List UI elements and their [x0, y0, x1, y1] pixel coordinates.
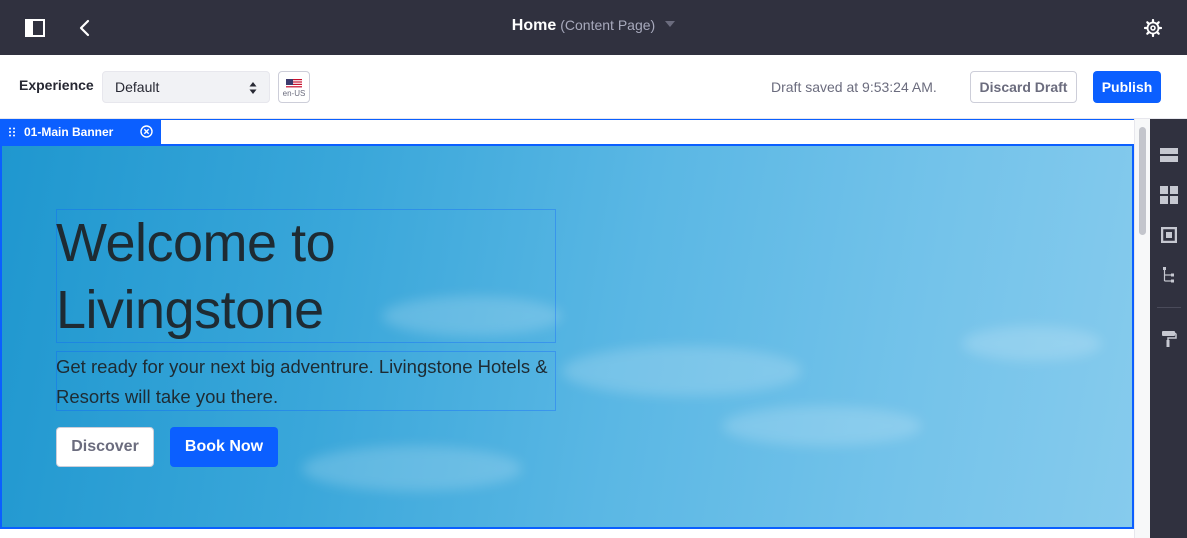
language-selector[interactable]: en-US — [278, 71, 310, 103]
experience-label: Experience — [19, 77, 94, 93]
cloud-decoration — [962, 326, 1102, 361]
fragment-topper[interactable]: 01-Main Banner — [0, 120, 161, 144]
page-type-label: (Content Page) — [560, 17, 656, 33]
experience-select-value: Default — [115, 79, 160, 95]
fragments-icon[interactable] — [1159, 185, 1179, 205]
publish-button[interactable]: Publish — [1093, 71, 1161, 103]
page-title[interactable]: Home (Content Page) — [0, 17, 1187, 35]
fragment-name: 01-Main Banner — [24, 125, 114, 139]
discard-draft-button[interactable]: Discard Draft — [970, 71, 1077, 103]
main-banner[interactable]: Welcome to Livingstone Get ready for you… — [0, 144, 1134, 529]
sidebar-panel — [1150, 119, 1187, 538]
chevron-down-icon[interactable] — [665, 20, 676, 27]
banner-heading[interactable]: Welcome to Livingstone — [56, 210, 556, 344]
page-structure-icon[interactable] — [1159, 265, 1179, 285]
widgets-icon[interactable] — [1159, 225, 1179, 245]
page-title-text: Home — [511, 17, 557, 34]
us-flag-icon — [286, 77, 302, 88]
layouts-icon[interactable] — [1159, 145, 1179, 165]
discover-button[interactable]: Discover — [56, 427, 154, 467]
control-menu: Home (Content Page) — [0, 0, 1187, 55]
cloud-decoration — [722, 406, 922, 446]
canvas-scrollbar[interactable] — [1134, 119, 1150, 538]
cloud-decoration — [562, 346, 802, 396]
look-and-feel-icon[interactable] — [1159, 329, 1179, 349]
settings-gear-icon[interactable] — [1139, 14, 1167, 42]
cloud-decoration — [302, 446, 522, 491]
book-now-button[interactable]: Book Now — [170, 427, 278, 467]
scrollbar-thumb[interactable] — [1139, 127, 1146, 235]
edit-toolbar: Experience Default en-US Draft saved at … — [0, 55, 1187, 119]
fragment-outline — [0, 119, 1134, 120]
remove-fragment-icon[interactable] — [140, 125, 153, 138]
language-code: en-US — [282, 88, 306, 98]
drag-handle-icon[interactable] — [8, 127, 16, 137]
experience-select[interactable]: Default — [102, 71, 270, 103]
select-arrows-icon — [249, 82, 257, 94]
page-editor-canvas: 01-Main Banner Welcome to Livingstone Ge… — [0, 119, 1150, 538]
draft-status: Draft saved at 9:53:24 AM. — [771, 79, 937, 95]
panel-divider — [1157, 307, 1181, 308]
banner-paragraph[interactable]: Get ready for your next big adventrure. … — [56, 352, 556, 412]
